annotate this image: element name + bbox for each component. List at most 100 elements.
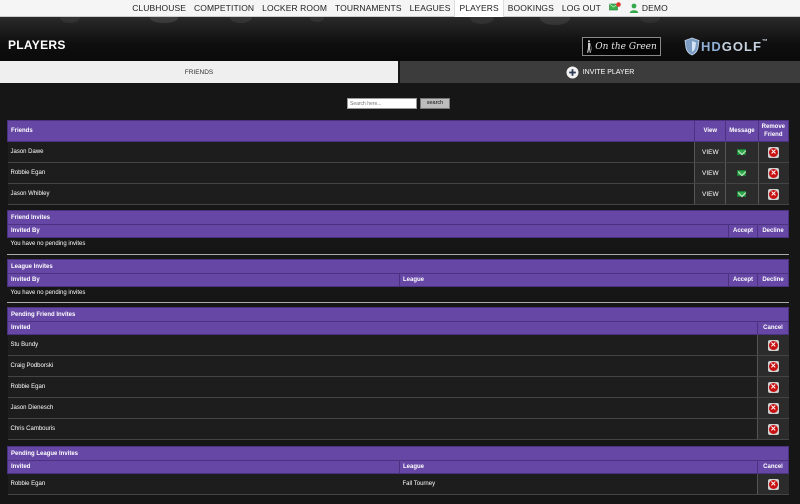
invited-name: Robbie Egan (7, 376, 758, 398)
user-label: DEMO (641, 2, 668, 13)
search-bar: search (347, 98, 450, 109)
envelope-icon (737, 169, 747, 176)
search-button[interactable]: search (420, 98, 450, 109)
close-icon: ✕ (767, 381, 779, 393)
pending-friend-invites-title: Pending Friend Invites (7, 307, 789, 322)
trademark-text: ™ (761, 38, 769, 45)
close-icon: ✕ (767, 339, 779, 351)
view-header: View (694, 120, 727, 142)
table-row: Chris Cambouris ✕ (7, 418, 789, 440)
close-icon: ✕ (768, 146, 780, 158)
invited-name: Stu Bundy (7, 334, 758, 356)
pending-friend-invites-section: Pending Friend Invites Invited Cancel St… (7, 307, 789, 440)
nav-clubhouse[interactable]: CLUBHOUSE (128, 0, 190, 17)
remove-friend-button[interactable]: ✕ (757, 183, 789, 205)
friends-table: Friends View Message Remove Friend Jason… (6, 120, 790, 205)
friend-invites-title: Friend Invites (7, 210, 789, 225)
close-icon: ✕ (767, 478, 779, 490)
message-button[interactable] (725, 183, 759, 205)
league-header: League (399, 273, 729, 287)
header-banner (0, 17, 800, 61)
invited-header: Invited (7, 321, 758, 335)
table-row: Jason Dienesch ✕ (7, 397, 789, 419)
invited-name: Jason Dienesch (7, 397, 758, 419)
section-divider (7, 302, 789, 303)
user-icon (629, 3, 639, 14)
invited-name: Craig Podborski (7, 355, 758, 377)
table-row: Robbie Egan ✕ (7, 376, 789, 398)
pending-league-invites-section: Pending League Invites Invited League Ca… (7, 446, 789, 495)
empty-message: You have no pending invites (7, 237, 789, 251)
table-row: Jason Whibley VIEW ✕ (7, 183, 789, 205)
cancel-invite-button[interactable]: ✕ (757, 473, 789, 495)
cancel-invite-button[interactable]: ✕ (757, 334, 789, 356)
page-title: PLAYERS (8, 38, 66, 52)
friend-name: Robbie Egan (7, 162, 695, 184)
nav-log-out[interactable]: LOG OUT (558, 0, 605, 17)
mail-notification-icon[interactable] (605, 0, 625, 17)
friends-section: Friends View Message Remove Friend Jason… (6, 120, 790, 205)
decline-header: Decline (757, 224, 789, 238)
table-row: Jason Dawe VIEW ✕ (7, 141, 789, 163)
close-icon: ✕ (767, 360, 779, 372)
view-link[interactable]: VIEW (694, 183, 726, 205)
table-row: Craig Podborski ✕ (7, 355, 789, 377)
remove-friend-button[interactable]: ✕ (757, 141, 789, 163)
search-input[interactable] (347, 98, 417, 109)
table-row: Robbie Egan Fall Tourney ✕ (7, 473, 789, 495)
shield-icon (684, 37, 700, 55)
friend-name: Jason Whibley (7, 183, 695, 205)
nav-competition[interactable]: COMPETITION (190, 0, 258, 17)
close-icon: ✕ (767, 423, 779, 435)
friend-invites-section: Friend Invites Invited By Accept Decline… (7, 210, 789, 251)
cancel-header: Cancel (757, 321, 789, 335)
nav-locker-room[interactable]: LOCKER ROOM (258, 0, 331, 17)
cancel-invite-button[interactable]: ✕ (757, 376, 789, 398)
view-link[interactable]: VIEW (694, 141, 726, 163)
cancel-invite-button[interactable]: ✕ (757, 418, 789, 440)
message-button[interactable] (725, 162, 759, 184)
invited-name: Robbie Egan (7, 473, 400, 495)
remove-friend-header: Remove Friend (757, 120, 790, 142)
pending-league-invites-table: Pending League Invites Invited League Ca… (7, 446, 789, 495)
message-button[interactable] (725, 141, 759, 163)
league-invites-table: League Invites Invited By League Accept … (7, 259, 789, 300)
invited-header: Invited (7, 460, 400, 474)
close-icon: ✕ (768, 167, 780, 179)
on-the-green-logo: On the Green (582, 37, 661, 56)
cancel-invite-button[interactable]: ✕ (757, 397, 789, 419)
accept-header: Accept (728, 224, 758, 238)
section-divider (7, 254, 789, 255)
hd-logo-text: HD (701, 38, 722, 54)
invited-by-header: Invited By (7, 273, 400, 287)
plus-circle-icon (566, 66, 579, 78)
cancel-invite-button[interactable]: ✕ (757, 355, 789, 377)
message-header: Message (725, 120, 759, 142)
close-icon: ✕ (767, 402, 779, 414)
invited-name: Chris Cambouris (7, 418, 758, 440)
user-menu[interactable]: DEMO (625, 0, 672, 17)
nav-players[interactable]: PLAYERS (454, 0, 504, 17)
top-navigation: CLUBHOUSE COMPETITION LOCKER ROOM TOURNA… (0, 0, 800, 17)
nav-bookings[interactable]: BOOKINGS (504, 0, 558, 17)
invited-by-header: Invited By (7, 224, 729, 238)
decline-header: Decline (757, 273, 789, 287)
nav-tournaments[interactable]: TOURNAMENTS (331, 0, 406, 17)
remove-friend-button[interactable]: ✕ (757, 162, 789, 184)
friend-invites-table: Friend Invites Invited By Accept Decline… (7, 210, 789, 251)
nav-leagues[interactable]: LEAGUES (406, 0, 455, 17)
envelope-icon (737, 190, 747, 197)
tab-friends[interactable]: FRIENDS (0, 61, 398, 83)
view-link[interactable]: VIEW (694, 162, 726, 184)
league-name: Fall Tourney (399, 473, 758, 495)
league-invites-title: League Invites (7, 259, 789, 274)
cancel-header: Cancel (757, 460, 789, 474)
empty-message: You have no pending invites (7, 286, 789, 300)
close-icon: ✕ (768, 188, 780, 200)
envelope-icon (737, 148, 747, 155)
league-invites-section: League Invites Invited By League Accept … (7, 259, 789, 300)
pending-friend-invites-table: Pending Friend Invites Invited Cancel St… (7, 307, 789, 440)
table-row: Robbie Egan VIEW ✕ (7, 162, 789, 184)
tab-invite-player[interactable]: INVITE PLAYER (400, 61, 800, 83)
on-the-green-text: On the Green (595, 41, 657, 52)
